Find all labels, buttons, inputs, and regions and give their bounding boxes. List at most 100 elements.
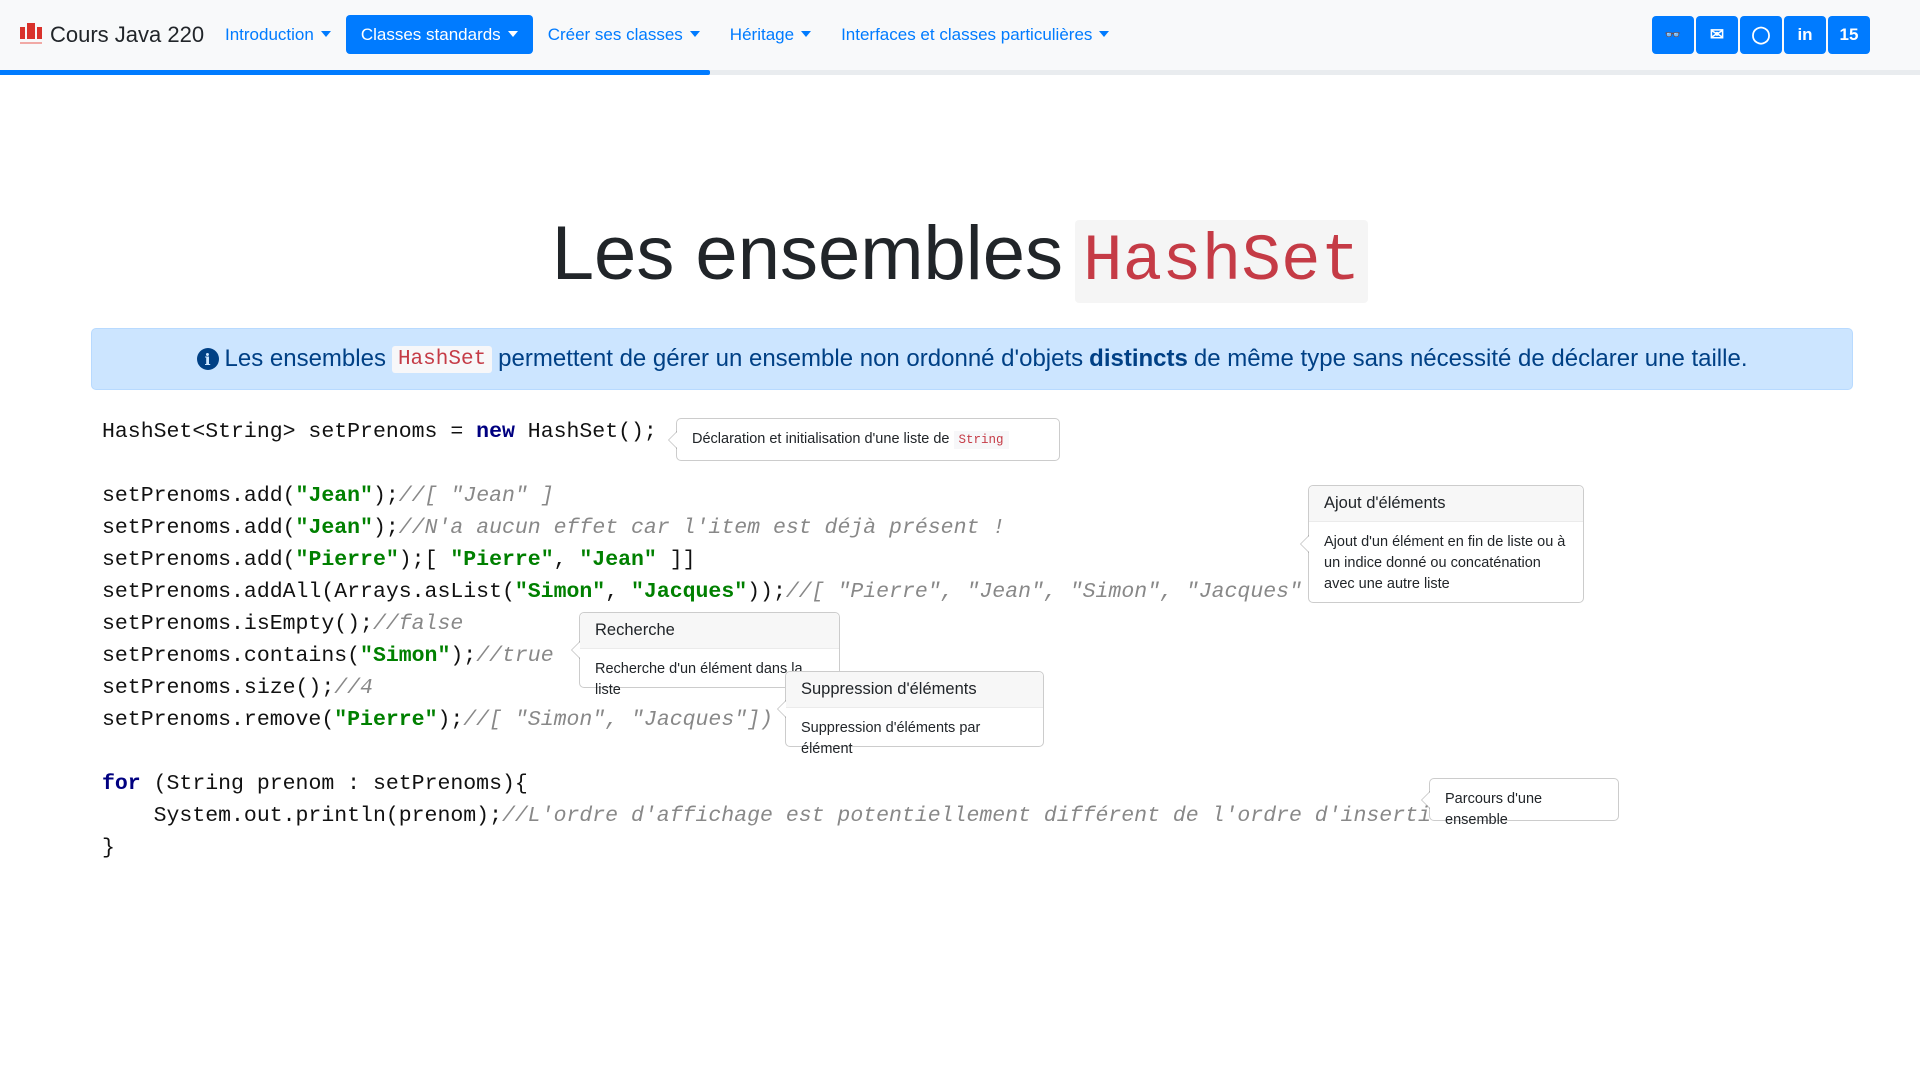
code-comment: //[ "Jean" ] <box>398 484 554 508</box>
page-number-button[interactable]: 15 <box>1828 16 1870 54</box>
code-text: setPrenoms.isEmpty(); <box>102 612 373 636</box>
code-line: System.out.println(prenom);//L'ordre d'a… <box>102 800 1457 832</box>
nav-label: Interfaces et classes particulières <box>841 25 1093 44</box>
code-text: setPrenoms.remove( <box>102 708 335 732</box>
nav-dropdown-4[interactable]: Interfaces et classes particulières <box>826 15 1124 54</box>
title-text: Les ensembles <box>551 211 1063 296</box>
nav-links: Introduction Classes standards Créer ses c… <box>210 15 1124 54</box>
glasses-button[interactable]: 👓 <box>1652 16 1694 54</box>
popover-code: String <box>953 431 1009 449</box>
code-string: "Simon" <box>360 644 451 668</box>
code-line: setPrenoms.add("Jean");//N'a aucun effet… <box>102 512 1457 544</box>
code-text: setPrenoms.add( <box>102 484 296 508</box>
popover-title: Suppression d'éléments <box>786 672 1043 708</box>
code-string: "Pierre" <box>295 548 399 572</box>
nav-label: Introduction <box>225 25 314 44</box>
code-comment: //[ "Pierre", "Jean", "Simon", "Jacques"… <box>785 580 1328 604</box>
logo-icon <box>20 23 42 47</box>
code-comment: //L'ordre d'affichage est potentiellemen… <box>501 804 1457 828</box>
nav-dropdown-2[interactable]: Créer ses classes <box>533 15 715 54</box>
alert-text: permettent de gérer un ensemble non ordo… <box>498 345 1084 372</box>
popover-body: Ajout d'un élément en fin de liste ou à … <box>1324 534 1566 592</box>
title-code: HashSet <box>1074 220 1369 303</box>
caret-down-icon <box>320 31 331 37</box>
code-text: setPrenoms.size(); <box>102 676 335 700</box>
code-text: ); <box>437 708 464 732</box>
caret-down-icon <box>1099 31 1110 37</box>
code-comment: //false <box>372 612 464 636</box>
linkedin-icon: in <box>1797 25 1813 44</box>
alert-code: HashSet <box>391 345 493 373</box>
code-comment: //true <box>476 644 554 668</box>
popover-suppression: Suppression d'éléments Suppression d'élé… <box>777 671 1044 757</box>
code-string: "Jean" <box>579 548 657 572</box>
nav-dropdown-3[interactable]: Héritage <box>715 15 826 54</box>
code-keyword: for <box>102 772 141 796</box>
code-line: for (String prenom : setPrenoms){ <box>102 768 1457 800</box>
code-line: } <box>102 832 1457 864</box>
code-comment: //[ "Simon", "Jacques"]) <box>463 708 773 732</box>
code-line: setPrenoms.addAll(Arrays.asList("Simon",… <box>102 576 1457 608</box>
code-text: } <box>102 836 115 860</box>
github-icon: ◯ <box>1751 25 1771 44</box>
progress-bar <box>0 70 1920 75</box>
code-text: (String prenom : setPrenoms){ <box>140 772 528 796</box>
code-comment: //4 <box>334 676 373 700</box>
code-text: HashSet<String> setPrenoms = <box>102 420 477 444</box>
code-text: , <box>605 580 632 604</box>
alert-text: Les ensembles <box>224 345 386 372</box>
code-text: ); <box>450 644 477 668</box>
code-text: setPrenoms.contains( <box>102 644 361 668</box>
code-line: setPrenoms.add("Pierre");[ "Pierre", "Je… <box>102 544 1457 576</box>
code-text: , <box>553 548 580 572</box>
caret-down-icon <box>507 31 518 37</box>
page-number: 15 <box>1839 25 1859 44</box>
alert-bold: distincts <box>1089 345 1188 372</box>
info-alert: i Les ensembles HashSet permettent de gé… <box>91 328 1853 390</box>
popover-body: Déclaration et initialisation d'une list… <box>692 431 950 447</box>
envelope-button[interactable]: ✉ <box>1696 16 1738 54</box>
nav-dropdown-1[interactable]: Classes standards <box>345 15 533 54</box>
nav-label: Classes standards <box>360 25 501 44</box>
code-text: setPrenoms.addAll(Arrays.asList( <box>102 580 515 604</box>
nav-dropdown-0[interactable]: Introduction <box>210 15 346 54</box>
code-text: setPrenoms.add( <box>102 516 296 540</box>
code-text: System.out.println(prenom); <box>102 804 502 828</box>
code-text: ); <box>372 516 399 540</box>
github-button[interactable]: ◯ <box>1740 16 1782 54</box>
alert-text: de même type sans nécessité de déclarer … <box>1193 345 1748 372</box>
brand-title: Cours Java 220 <box>50 22 205 47</box>
progress-fill <box>0 70 711 75</box>
popover-title: Recherche <box>580 613 839 649</box>
navbar: Cours Java 220 Introduction Classes stand… <box>0 0 1920 70</box>
code-text: );[ <box>398 548 451 572</box>
code-string: "Pierre" <box>450 548 554 572</box>
popover-declaration: Déclaration et initialisation d'une list… <box>668 418 1060 461</box>
nav-label: Créer ses classes <box>547 25 683 44</box>
code-string: "Jean" <box>295 516 373 540</box>
popover-body: Parcours d'une ensemble <box>1445 791 1543 828</box>
code-keyword: new <box>476 420 515 444</box>
code-string: "Jean" <box>295 484 373 508</box>
code-text: )); <box>747 580 786 604</box>
linkedin-button[interactable]: in <box>1784 16 1826 54</box>
code-line: setPrenoms.add("Jean");//[ "Jean" ] <box>102 480 1457 512</box>
popover-body: Suppression d'éléments par élément <box>801 720 981 757</box>
social-buttons: 👓 ✉ ◯ in 15 <box>1652 16 1870 54</box>
code-text: HashSet(); <box>514 420 657 444</box>
code-string: "Simon" <box>514 580 606 604</box>
code-string: "Pierre" <box>334 708 438 732</box>
code-string: "Jacques" <box>631 580 748 604</box>
popover-parcours: Parcours d'une ensemble <box>1421 778 1619 828</box>
info-circle-icon: i <box>196 348 219 370</box>
code-text: setPrenoms.add( <box>102 548 296 572</box>
code-text: ]] <box>656 548 696 572</box>
brand-link[interactable]: Cours Java 220 <box>20 22 204 48</box>
page-title: Les ensembles HashSet <box>0 210 1920 303</box>
envelope-icon: ✉ <box>1709 25 1725 44</box>
nav-label: Héritage <box>729 25 795 44</box>
code-comment: //N'a aucun effet car l'item est déjà pr… <box>398 516 1006 540</box>
glasses-icon: 👓 <box>1664 27 1682 42</box>
code-text: ); <box>372 484 399 508</box>
